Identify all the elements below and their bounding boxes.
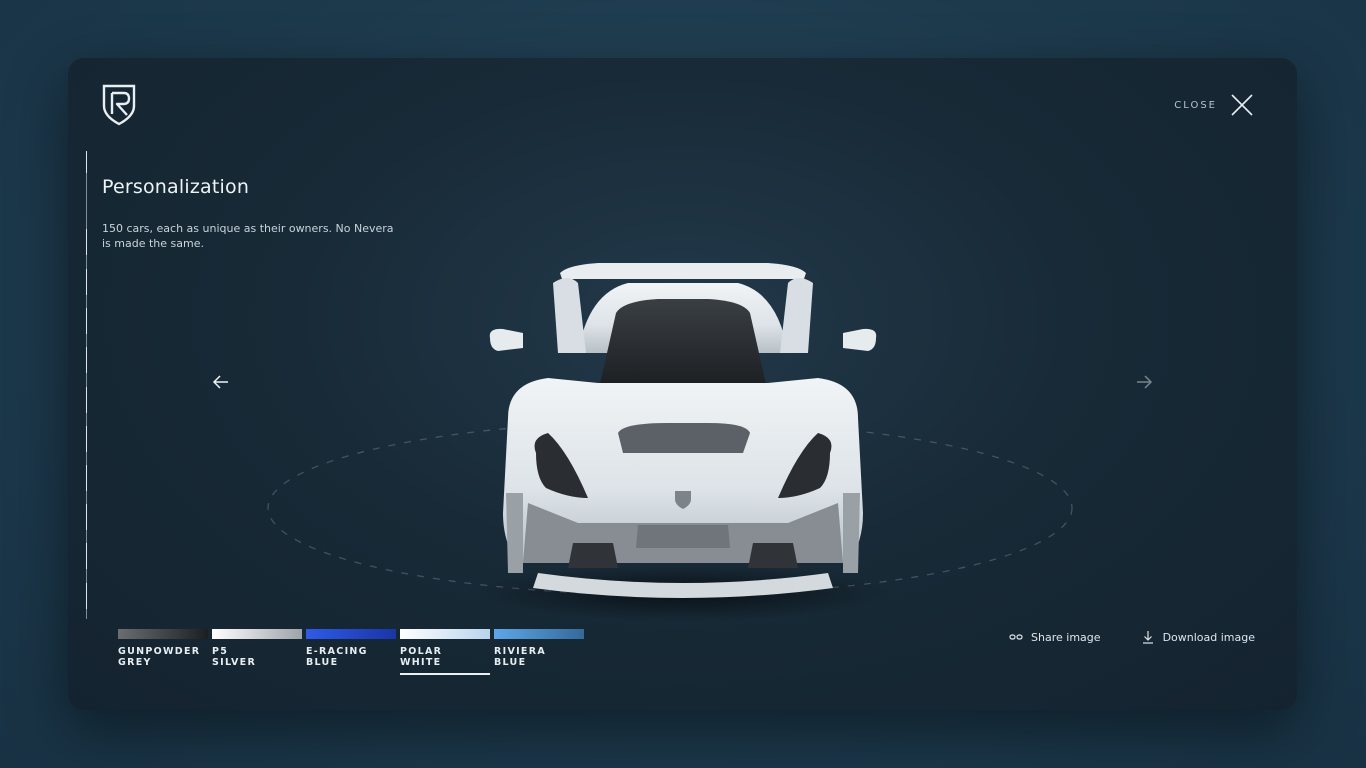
swatch-color-bar [400,629,490,639]
swatch-label: P5 SILVER [212,646,292,668]
configurator-modal: CLOSE Personalization 150 cars, each as … [68,58,1297,710]
rimac-logo[interactable] [100,82,138,126]
swatch-color-bar [118,629,208,639]
progress-tick[interactable] [86,543,87,569]
swatch-label-line: POLAR [400,646,443,657]
progress-tick[interactable] [86,308,87,334]
download-image-button[interactable]: Download image [1141,630,1255,644]
share-image-label: Share image [1031,630,1101,644]
selected-swatch-indicator [400,673,490,675]
swatch-color-bar [212,629,302,639]
swatch-p5-silver[interactable]: P5 SILVER [212,629,302,679]
progress-tick[interactable] [86,151,87,173]
swatch-label-line: P5 [212,646,229,657]
link-icon [1009,634,1023,640]
swatch-gunpowder-grey[interactable]: GUNPOWDER GREY [118,629,208,679]
progress-tick[interactable] [86,347,87,373]
progress-tick[interactable] [86,269,87,295]
progress-tick[interactable] [86,229,87,255]
swatch-e-racing-blue[interactable]: E-RACING BLUE [306,629,396,679]
swatch-label: E-RACING BLUE [306,646,386,668]
download-image-label: Download image [1162,630,1255,644]
download-icon [1142,631,1153,644]
swatch-label-line: GREY [118,656,152,668]
arrow-left-icon[interactable] [212,373,230,391]
swatch-label: GUNPOWDER GREY [118,646,201,668]
swatch-label-line: BLUE [306,656,339,668]
close-label: CLOSE [1174,99,1217,111]
progress-tick[interactable] [86,504,87,530]
swatch-label-line: WHITE [400,656,442,668]
color-swatches: GUNPOWDER GREY P5 SILVER E-RACING BLUE P… [118,629,584,679]
swatch-label-line: E-RACING [306,646,368,657]
swatch-label-line: SILVER [212,656,257,668]
swatch-color-bar [306,629,396,639]
close-icon [1231,94,1253,116]
section-description: 150 cars, each as unique as their owners… [102,222,394,250]
swatch-label: RIVIERA BLUE [494,646,574,668]
car-image [473,263,893,621]
swatch-riviera-blue[interactable]: RIVIERA BLUE [494,629,584,679]
share-image-button[interactable]: Share image [1009,630,1101,644]
swatch-polar-white[interactable]: POLAR WHITE [400,629,490,679]
close-button[interactable]: CLOSE [1174,94,1253,116]
swatch-label-line: BLUE [494,656,527,668]
swatch-label-line: RIVIERA [494,646,546,657]
progress-tick[interactable] [86,387,87,413]
arrow-right-icon[interactable] [1135,373,1153,391]
swatch-label-line: GUNPOWDER [118,646,201,657]
image-actions: Share image Download image [1009,630,1255,644]
swatch-color-bar [494,629,584,639]
progress-tick[interactable] [86,583,87,609]
swatch-label: POLAR WHITE [400,646,480,668]
section-title: Personalization [102,176,250,198]
progress-tick[interactable] [86,426,87,452]
progress-tick[interactable] [86,465,87,491]
